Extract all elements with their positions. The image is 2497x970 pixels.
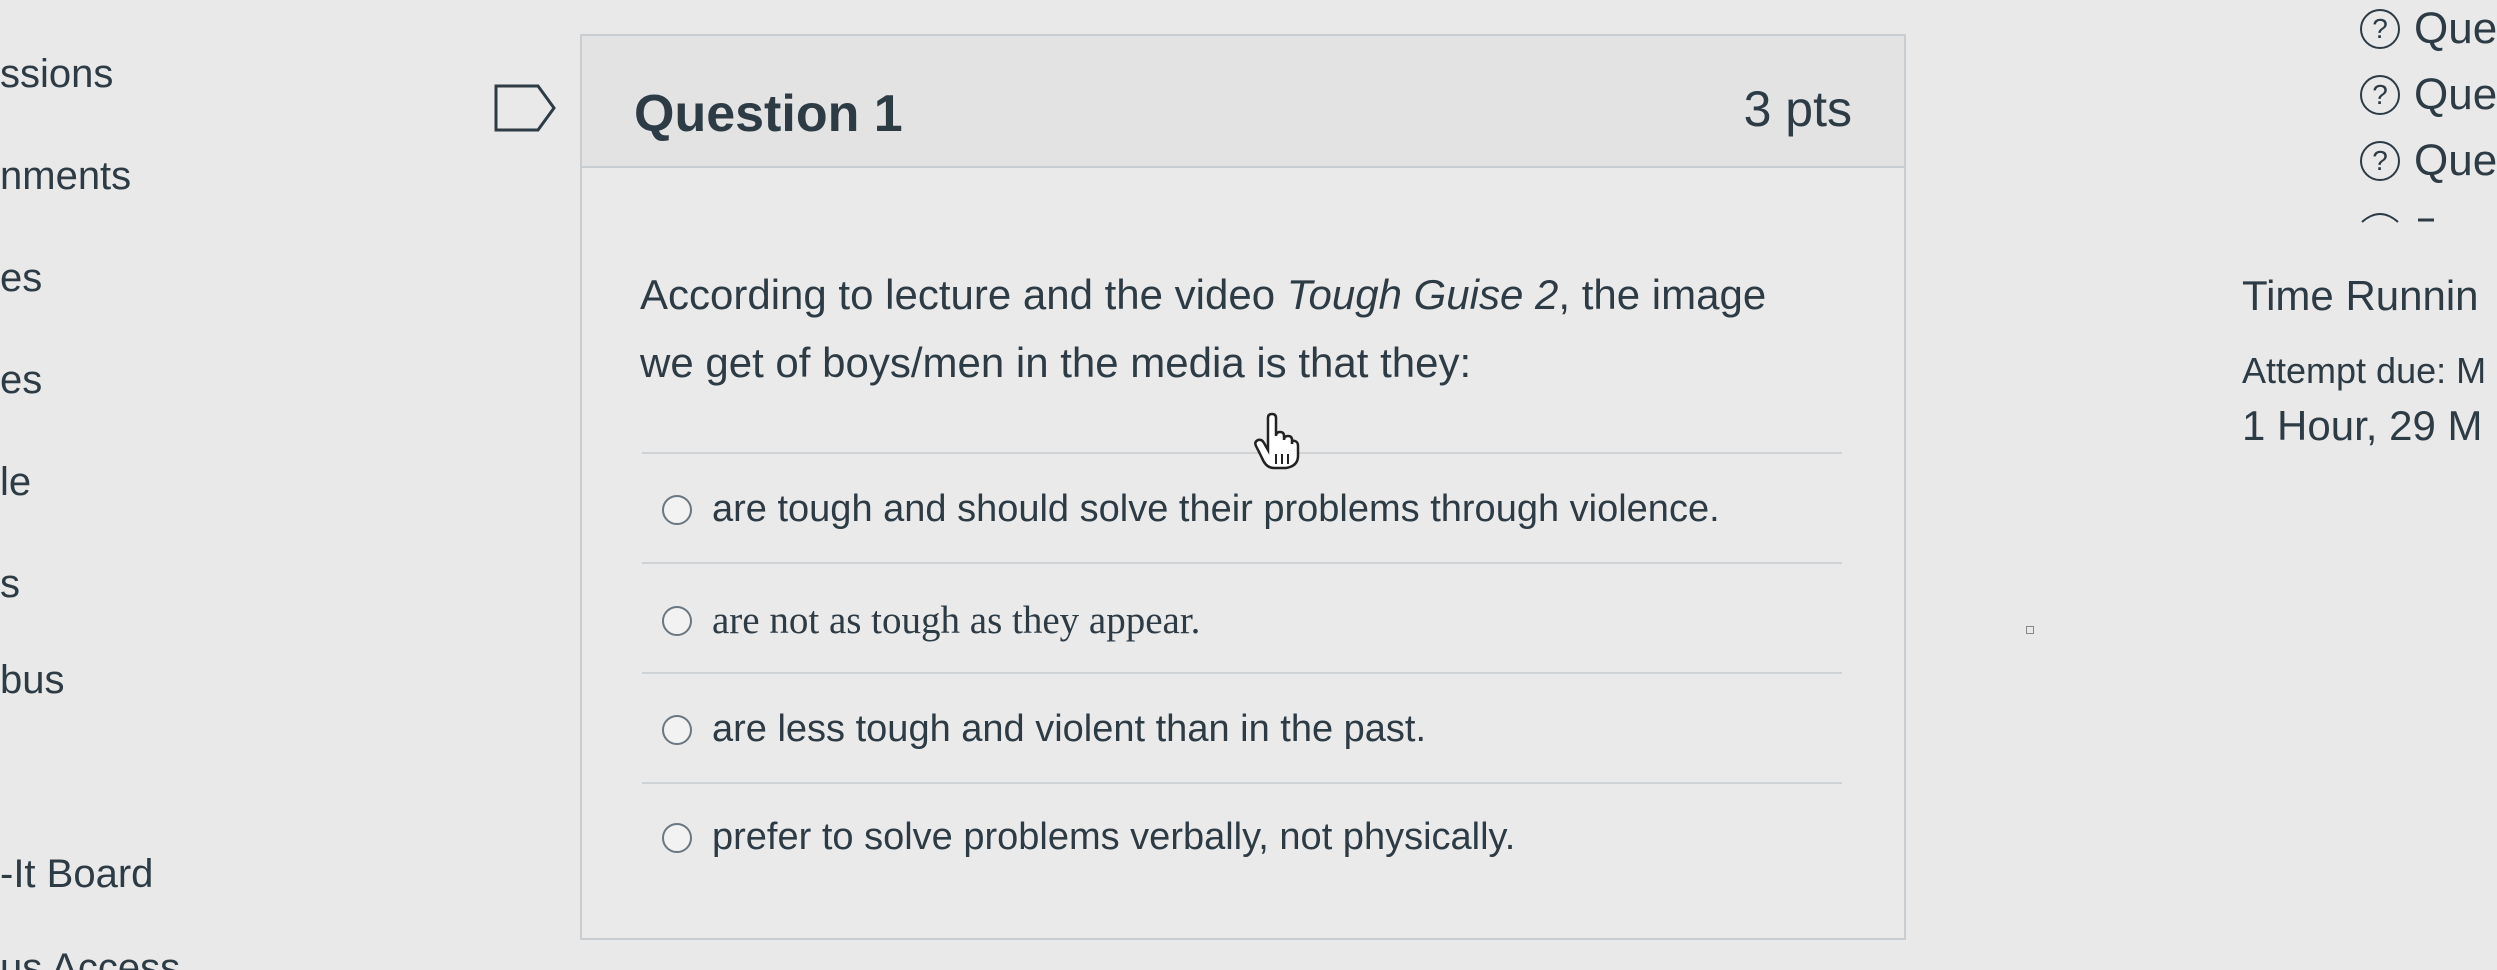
answer-label: are tough and should solve their problem… bbox=[712, 488, 1720, 530]
question-text: According to lecture and the video Tough… bbox=[640, 261, 1820, 397]
question-points: 3 pts bbox=[1743, 81, 1852, 137]
hand-pointer-icon bbox=[1254, 412, 1300, 470]
video-title: Tough Guise 2 bbox=[1286, 271, 1559, 318]
question-text-part: According to lecture and the video bbox=[640, 271, 1287, 318]
course-navigation: ssions nments es es le s bus -It Board u… bbox=[0, 0, 300, 970]
nav-item-quizzes[interactable]: s bbox=[0, 562, 20, 607]
nav-item-grades[interactable]: es bbox=[0, 256, 42, 301]
time-running-label: Time Runnin bbox=[2242, 272, 2479, 319]
question-link[interactable]: ? Que bbox=[2360, 4, 2497, 54]
nav-item-syllabus[interactable]: bus bbox=[0, 658, 65, 703]
help-circle-icon: ? bbox=[2360, 75, 2400, 115]
answer-option[interactable]: are tough and should solve their problem… bbox=[662, 488, 1720, 531]
answer-option[interactable]: are not as tough as they appear. bbox=[662, 598, 1200, 643]
answer-label: prefer to solve problems verbally, not p… bbox=[712, 816, 1516, 858]
nav-item-pages[interactable]: es bbox=[0, 358, 42, 403]
bookmark-flag-icon[interactable] bbox=[492, 82, 560, 134]
question-link[interactable]: ? Que bbox=[2360, 136, 2497, 186]
question-card: Question 1 3 pts According to lecture an… bbox=[580, 34, 1906, 940]
nav-item-module[interactable]: le bbox=[0, 460, 31, 505]
question-link-label: Que bbox=[2414, 136, 2497, 185]
screen-speck bbox=[2026, 626, 2034, 634]
divider bbox=[642, 562, 1842, 564]
nav-item-discussions[interactable]: ssions bbox=[0, 52, 113, 97]
time-remaining: 1 Hour, 29 M bbox=[2242, 402, 2483, 449]
radio-button[interactable] bbox=[662, 605, 692, 636]
answer-option[interactable]: prefer to solve problems verbally, not p… bbox=[662, 816, 1515, 859]
question-header: Question 1 3 pts bbox=[582, 36, 1904, 168]
divider bbox=[642, 672, 1842, 674]
radio-button[interactable] bbox=[662, 494, 692, 525]
nav-item-access[interactable]: us Access bbox=[0, 946, 180, 970]
question-title: Question 1 bbox=[634, 85, 903, 143]
answer-label: are not as tough as they appear. bbox=[712, 599, 1201, 642]
radio-button[interactable] bbox=[662, 822, 692, 853]
quiz-page: ssions nments es es le s bus -It Board u… bbox=[0, 0, 2497, 970]
partial-help-circle-icon bbox=[2361, 213, 2434, 223]
divider bbox=[642, 452, 1842, 454]
nav-item-post-it-board[interactable]: -It Board bbox=[0, 852, 153, 897]
help-circle-icon: ? bbox=[2360, 9, 2400, 49]
quiz-sidebar: ? Que ? Que ? Que Time Runnin Attempt du… bbox=[2200, 0, 2497, 970]
help-circle-icon: ? bbox=[2360, 141, 2400, 181]
question-link[interactable]: ? Que bbox=[2360, 70, 2497, 120]
question-link-label: Que bbox=[2414, 70, 2497, 119]
attempt-due: Attempt due: M bbox=[2242, 350, 2487, 391]
answer-option[interactable]: are less tough and violent than in the p… bbox=[662, 708, 1426, 751]
question-link-label: Que bbox=[2414, 4, 2497, 53]
nav-item-assignments[interactable]: nments bbox=[0, 154, 131, 199]
radio-button[interactable] bbox=[662, 714, 692, 745]
divider bbox=[642, 782, 1842, 784]
answer-label: are less tough and violent than in the p… bbox=[712, 708, 1427, 750]
